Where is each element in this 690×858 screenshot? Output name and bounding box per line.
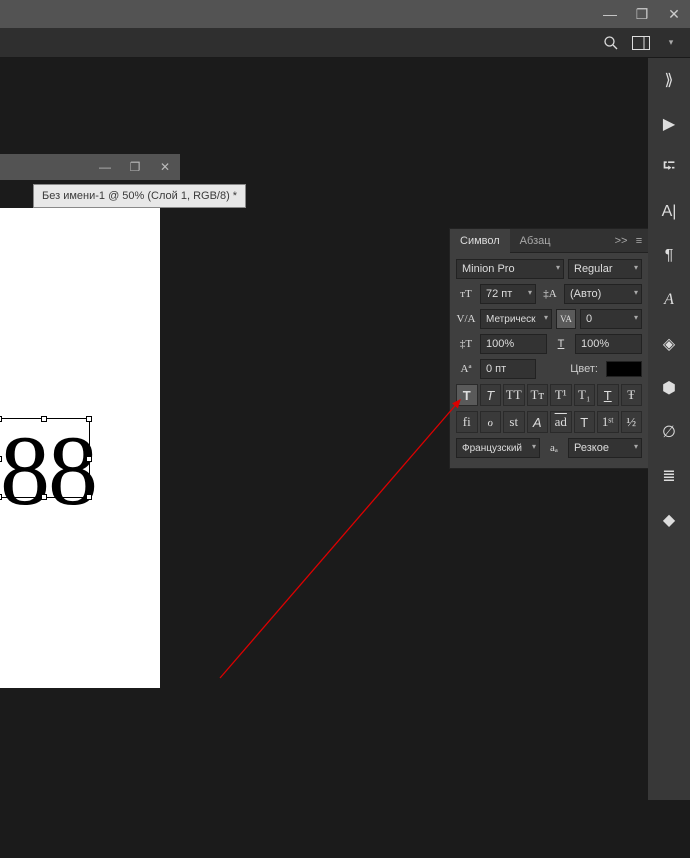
font-size-select[interactable]: 72 пт▾ (480, 284, 536, 304)
tracking-select[interactable]: 0▾ (580, 309, 642, 329)
tab-paragraph[interactable]: Абзац (510, 229, 561, 253)
antialias-icon: aₐ (544, 438, 564, 458)
antialias-select[interactable]: Резкое▾ (568, 438, 642, 458)
character-panel: Символ Абзац >> ≡ Minion Pro▾ Regular▾ т… (449, 228, 648, 469)
app-titlebar: — ❐ ✕ (0, 0, 690, 28)
stylistic-button[interactable]: 1ˢᵗ (597, 411, 619, 433)
workspace: — ❐ ✕ Без имени-1 @ 50% (Слой 1, RGB/8) … (0, 58, 648, 800)
hscale-input[interactable]: 100% (575, 334, 642, 354)
titling-button[interactable]: A (527, 411, 549, 433)
adjustments-icon[interactable]: ◆ (657, 508, 681, 532)
swap-icon[interactable]: ⮓ (657, 156, 681, 180)
small-caps-button[interactable]: Tᴛ (527, 384, 549, 406)
actions-icon[interactable]: ▶ (657, 112, 681, 136)
baseline-input[interactable]: 0 пт (480, 359, 536, 379)
kerning-icon: V/A (456, 309, 476, 329)
hscale-icon: T (551, 334, 571, 354)
font-size-icon: тT (456, 284, 476, 304)
doc-close-button[interactable]: ✕ (150, 154, 180, 180)
topbar-chevron-icon[interactable]: ▾ (662, 34, 680, 52)
all-caps-button[interactable]: TT (503, 384, 525, 406)
ligatures-button[interactable]: fi (456, 411, 478, 433)
justification-button[interactable]: T (574, 411, 596, 433)
history-icon[interactable]: ⟫ (657, 68, 681, 92)
faux-italic-button[interactable]: T (480, 384, 502, 406)
baseline-icon: Aª (456, 359, 476, 379)
discretionary-ligatures-button[interactable]: ℴ (480, 411, 502, 433)
leading-select[interactable]: (Авто)▾ (564, 284, 642, 304)
doc-maximize-button[interactable]: ❐ (120, 154, 150, 180)
vscale-input[interactable]: 100% (480, 334, 547, 354)
leading-icon: ‡A (540, 284, 560, 304)
layout-icon[interactable] (632, 34, 650, 52)
right-toolbar: ⟫ ▶ ⮓ A| ¶ A ◈ ⬢ ∅ ≣ ◆ (648, 58, 690, 800)
document-window-chrome: — ❐ ✕ (0, 154, 180, 180)
channels-icon[interactable]: ∅ (657, 420, 681, 444)
text-layer[interactable]: 88 (0, 413, 96, 528)
tab-character[interactable]: Символ (450, 229, 510, 253)
underline-button[interactable]: T (597, 384, 619, 406)
minimize-button[interactable]: — (594, 0, 626, 28)
panel-collapse-icon[interactable]: >> (612, 235, 630, 247)
doc-minimize-button[interactable]: — (90, 154, 120, 180)
close-button[interactable]: ✕ (658, 0, 690, 28)
tracking-icon: VA (556, 309, 576, 329)
opentype-row: fi ℴ st A ad T 1ˢᵗ ½ (456, 411, 642, 433)
panel-menu-icon[interactable]: ≡ (630, 235, 648, 247)
strikethrough-button[interactable]: Ŧ (621, 384, 643, 406)
glyphs-icon[interactable]: A (657, 288, 681, 312)
type-styles-row: T T TT Tᴛ T¹ T₁ T Ŧ (456, 384, 642, 406)
panel-tabs: Символ Абзац >> ≡ (450, 229, 648, 253)
color-label: Цвет: (540, 363, 602, 375)
font-family-select[interactable]: Minion Pro▾ (456, 259, 564, 279)
paragraph-icon[interactable]: ¶ (657, 244, 681, 268)
layers-icon[interactable]: ⬢ (657, 376, 681, 400)
document-tab[interactable]: Без имени-1 @ 50% (Слой 1, RGB/8) * (33, 184, 246, 208)
faux-bold-button[interactable]: T (456, 384, 478, 406)
maximize-button[interactable]: ❐ (626, 0, 658, 28)
search-icon[interactable] (602, 34, 620, 52)
font-style-select[interactable]: Regular▾ (568, 259, 642, 279)
color-swatch[interactable] (606, 361, 642, 377)
paths-icon[interactable]: ≣ (657, 464, 681, 488)
canvas[interactable]: 88 (0, 208, 160, 688)
ordinals-button[interactable]: ad (550, 411, 572, 433)
app-topbar: ▾ (0, 28, 690, 58)
vscale-icon: ‡T (456, 334, 476, 354)
cube-icon[interactable]: ◈ (657, 332, 681, 356)
language-select[interactable]: Французский▾ (456, 438, 540, 458)
fractions-button[interactable]: ½ (621, 411, 643, 433)
kerning-select[interactable]: Метрическ▾ (480, 309, 552, 329)
swash-button[interactable]: st (503, 411, 525, 433)
character-icon[interactable]: A| (657, 200, 681, 224)
superscript-button[interactable]: T¹ (550, 384, 572, 406)
subscript-button[interactable]: T₁ (574, 384, 596, 406)
